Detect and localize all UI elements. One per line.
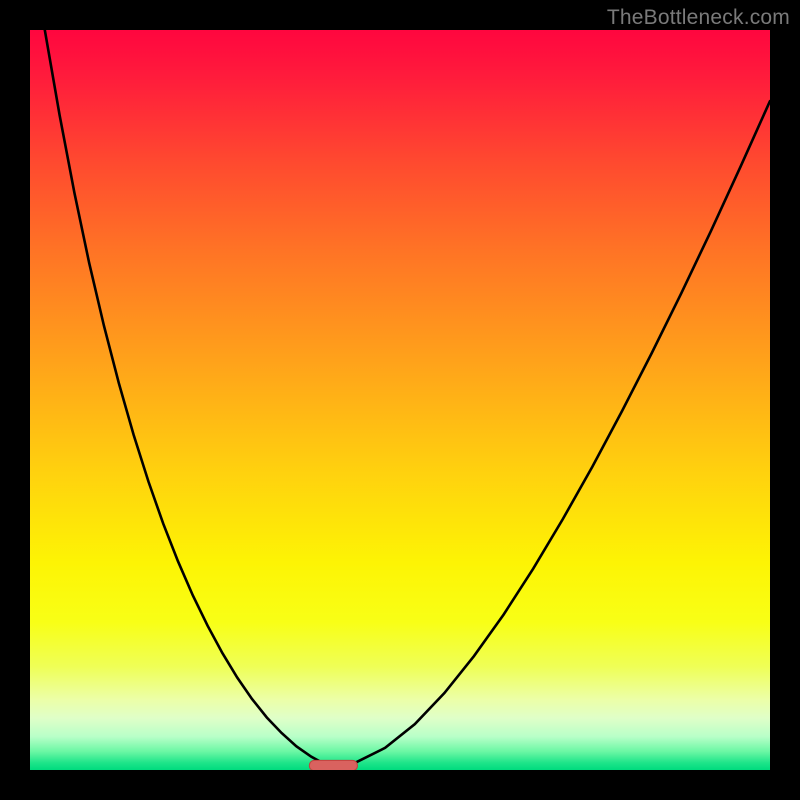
bottleneck-marker — [309, 760, 357, 770]
chart-frame: TheBottleneck.com — [0, 0, 800, 800]
plot-area — [30, 30, 770, 770]
bottleneck-chart — [30, 30, 770, 770]
watermark-text: TheBottleneck.com — [607, 6, 790, 30]
gradient-background — [30, 30, 770, 770]
